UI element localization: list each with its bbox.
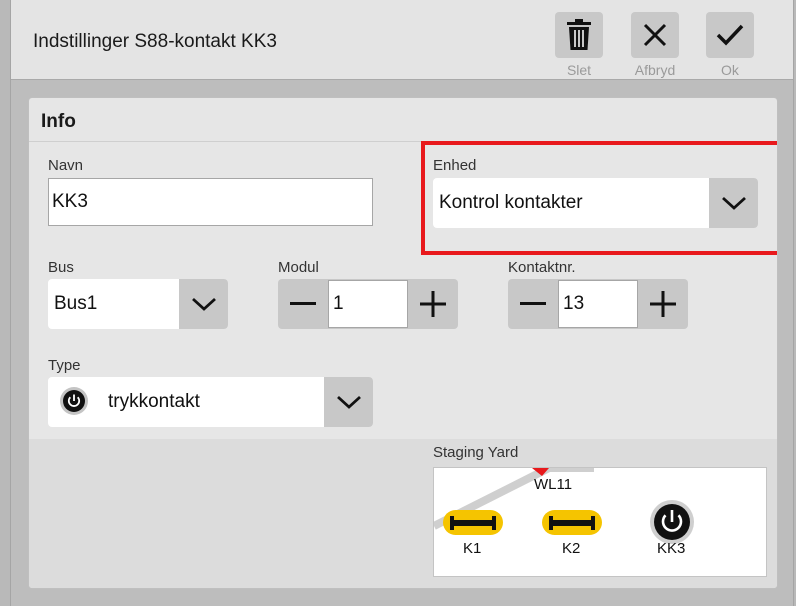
plus-button[interactable] — [638, 279, 688, 329]
name-label: Navn — [48, 157, 84, 174]
sensor-k2[interactable] — [542, 510, 602, 535]
type-select[interactable]: trykkontakt — [48, 377, 373, 427]
cancel-button[interactable]: Afbryd — [630, 12, 680, 78]
settings-dialog: Indstillinger S88-kontakt KK3 Slet Afbry… — [10, 0, 794, 606]
info-panel-header: Info — [29, 98, 777, 142]
minus-button[interactable] — [508, 279, 558, 329]
layout-preview: WL11 K1 K2 KK3 — [433, 467, 767, 577]
bus-select[interactable]: Bus1 — [48, 279, 228, 329]
bus-select-value: Bus1 — [54, 293, 98, 314]
module-input[interactable]: 1 — [328, 280, 408, 328]
highlight-box — [421, 141, 777, 255]
info-panel: Info Navn KK3 Enhed Kontrol kontakter Bu… — [28, 97, 778, 589]
ok-label: Ok — [721, 62, 739, 78]
checkmark-icon — [706, 12, 754, 58]
bus-label: Bus — [48, 259, 74, 276]
contact-number-label: Kontaktnr. — [508, 259, 576, 276]
sensor-k1-label: K1 — [463, 540, 482, 557]
name-input[interactable]: KK3 — [48, 178, 373, 226]
switch-label: WL11 — [534, 476, 573, 493]
info-panel-title: Info — [41, 111, 76, 132]
power-icon[interactable] — [650, 500, 694, 544]
dialog-titlebar: Indstillinger S88-kontakt KK3 Slet Afbry… — [11, 0, 793, 80]
type-select-value: trykkontakt — [108, 391, 200, 412]
plus-button[interactable] — [408, 279, 458, 329]
cancel-label: Afbryd — [634, 62, 676, 78]
module-stepper: 1 — [278, 279, 458, 329]
module-label: Modul — [278, 259, 319, 276]
delete-label: Slet — [566, 62, 592, 78]
sensor-k1[interactable] — [443, 510, 503, 535]
type-label: Type — [48, 357, 81, 374]
dialog-title: Indstillinger S88-kontakt KK3 — [33, 31, 277, 52]
ok-button[interactable]: Ok — [705, 12, 755, 78]
kk3-label: KK3 — [657, 540, 686, 557]
close-icon — [631, 12, 679, 58]
trash-icon — [555, 12, 603, 58]
chevron-down-icon[interactable] — [324, 377, 373, 427]
contact-number-input[interactable]: 13 — [558, 280, 638, 328]
delete-button[interactable]: Slet — [554, 12, 604, 78]
contact-number-stepper: 13 — [508, 279, 688, 329]
chevron-down-icon[interactable] — [179, 279, 228, 329]
minus-button[interactable] — [278, 279, 328, 329]
sensor-k2-label: K2 — [562, 540, 581, 557]
preview-label: Staging Yard — [433, 444, 519, 461]
power-icon — [60, 387, 88, 415]
